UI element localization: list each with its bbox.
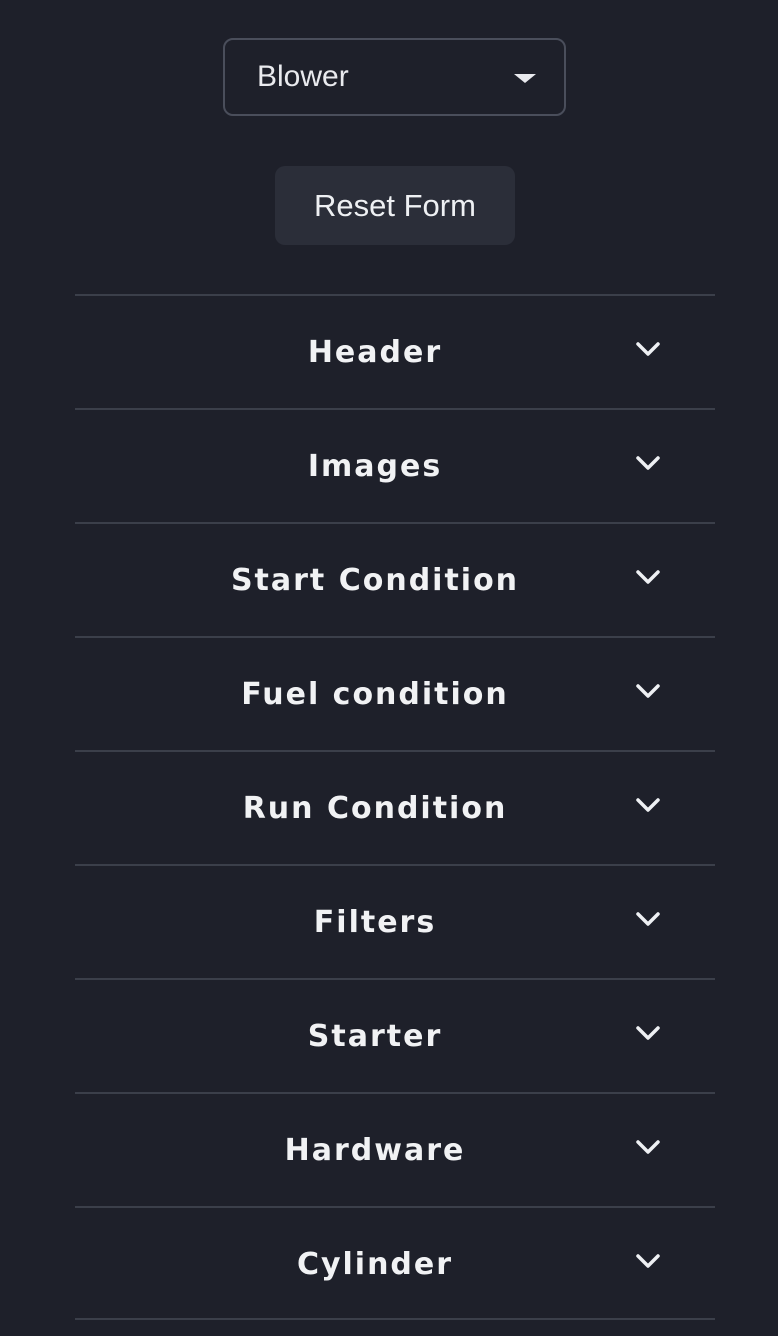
- section-title: Start Condition: [230, 562, 520, 598]
- section-title: Cylinder: [296, 1246, 454, 1282]
- section-filters[interactable]: Filters: [75, 864, 715, 978]
- chevron-down-icon: [636, 570, 660, 584]
- chevron-down-icon: [636, 912, 660, 926]
- chevron-down-icon: [636, 798, 660, 812]
- section-images[interactable]: Images: [75, 408, 715, 522]
- section-start-condition[interactable]: Start Condition: [75, 522, 715, 636]
- chevron-down-icon: [636, 342, 660, 356]
- section-header[interactable]: Header: [75, 294, 715, 408]
- section-starter[interactable]: Starter: [75, 978, 715, 1092]
- section-title: Starter: [307, 1018, 443, 1054]
- section-title: Hardware: [284, 1132, 466, 1168]
- section-title: Images: [307, 448, 443, 484]
- chevron-down-icon: [636, 456, 660, 470]
- caret-down-icon: [514, 74, 536, 83]
- form-sections-accordion: Header Images Start Condition Fuel condi…: [75, 294, 715, 1320]
- chevron-down-icon: [636, 1254, 660, 1268]
- section-title: Filters: [313, 904, 437, 940]
- reset-form-button[interactable]: Reset Form: [275, 166, 515, 245]
- section-title: Header: [307, 334, 443, 370]
- chevron-down-icon: [636, 684, 660, 698]
- section-title: Fuel condition: [241, 676, 509, 712]
- select-value: Blower: [257, 60, 349, 93]
- equipment-type-select[interactable]: Blower: [223, 38, 566, 116]
- section-fuel-condition[interactable]: Fuel condition: [75, 636, 715, 750]
- section-hardware[interactable]: Hardware: [75, 1092, 715, 1206]
- chevron-down-icon: [636, 1026, 660, 1040]
- section-title: Run Condition: [242, 790, 508, 826]
- section-run-condition[interactable]: Run Condition: [75, 750, 715, 864]
- chevron-down-icon: [636, 1140, 660, 1154]
- section-cylinder[interactable]: Cylinder: [75, 1206, 715, 1320]
